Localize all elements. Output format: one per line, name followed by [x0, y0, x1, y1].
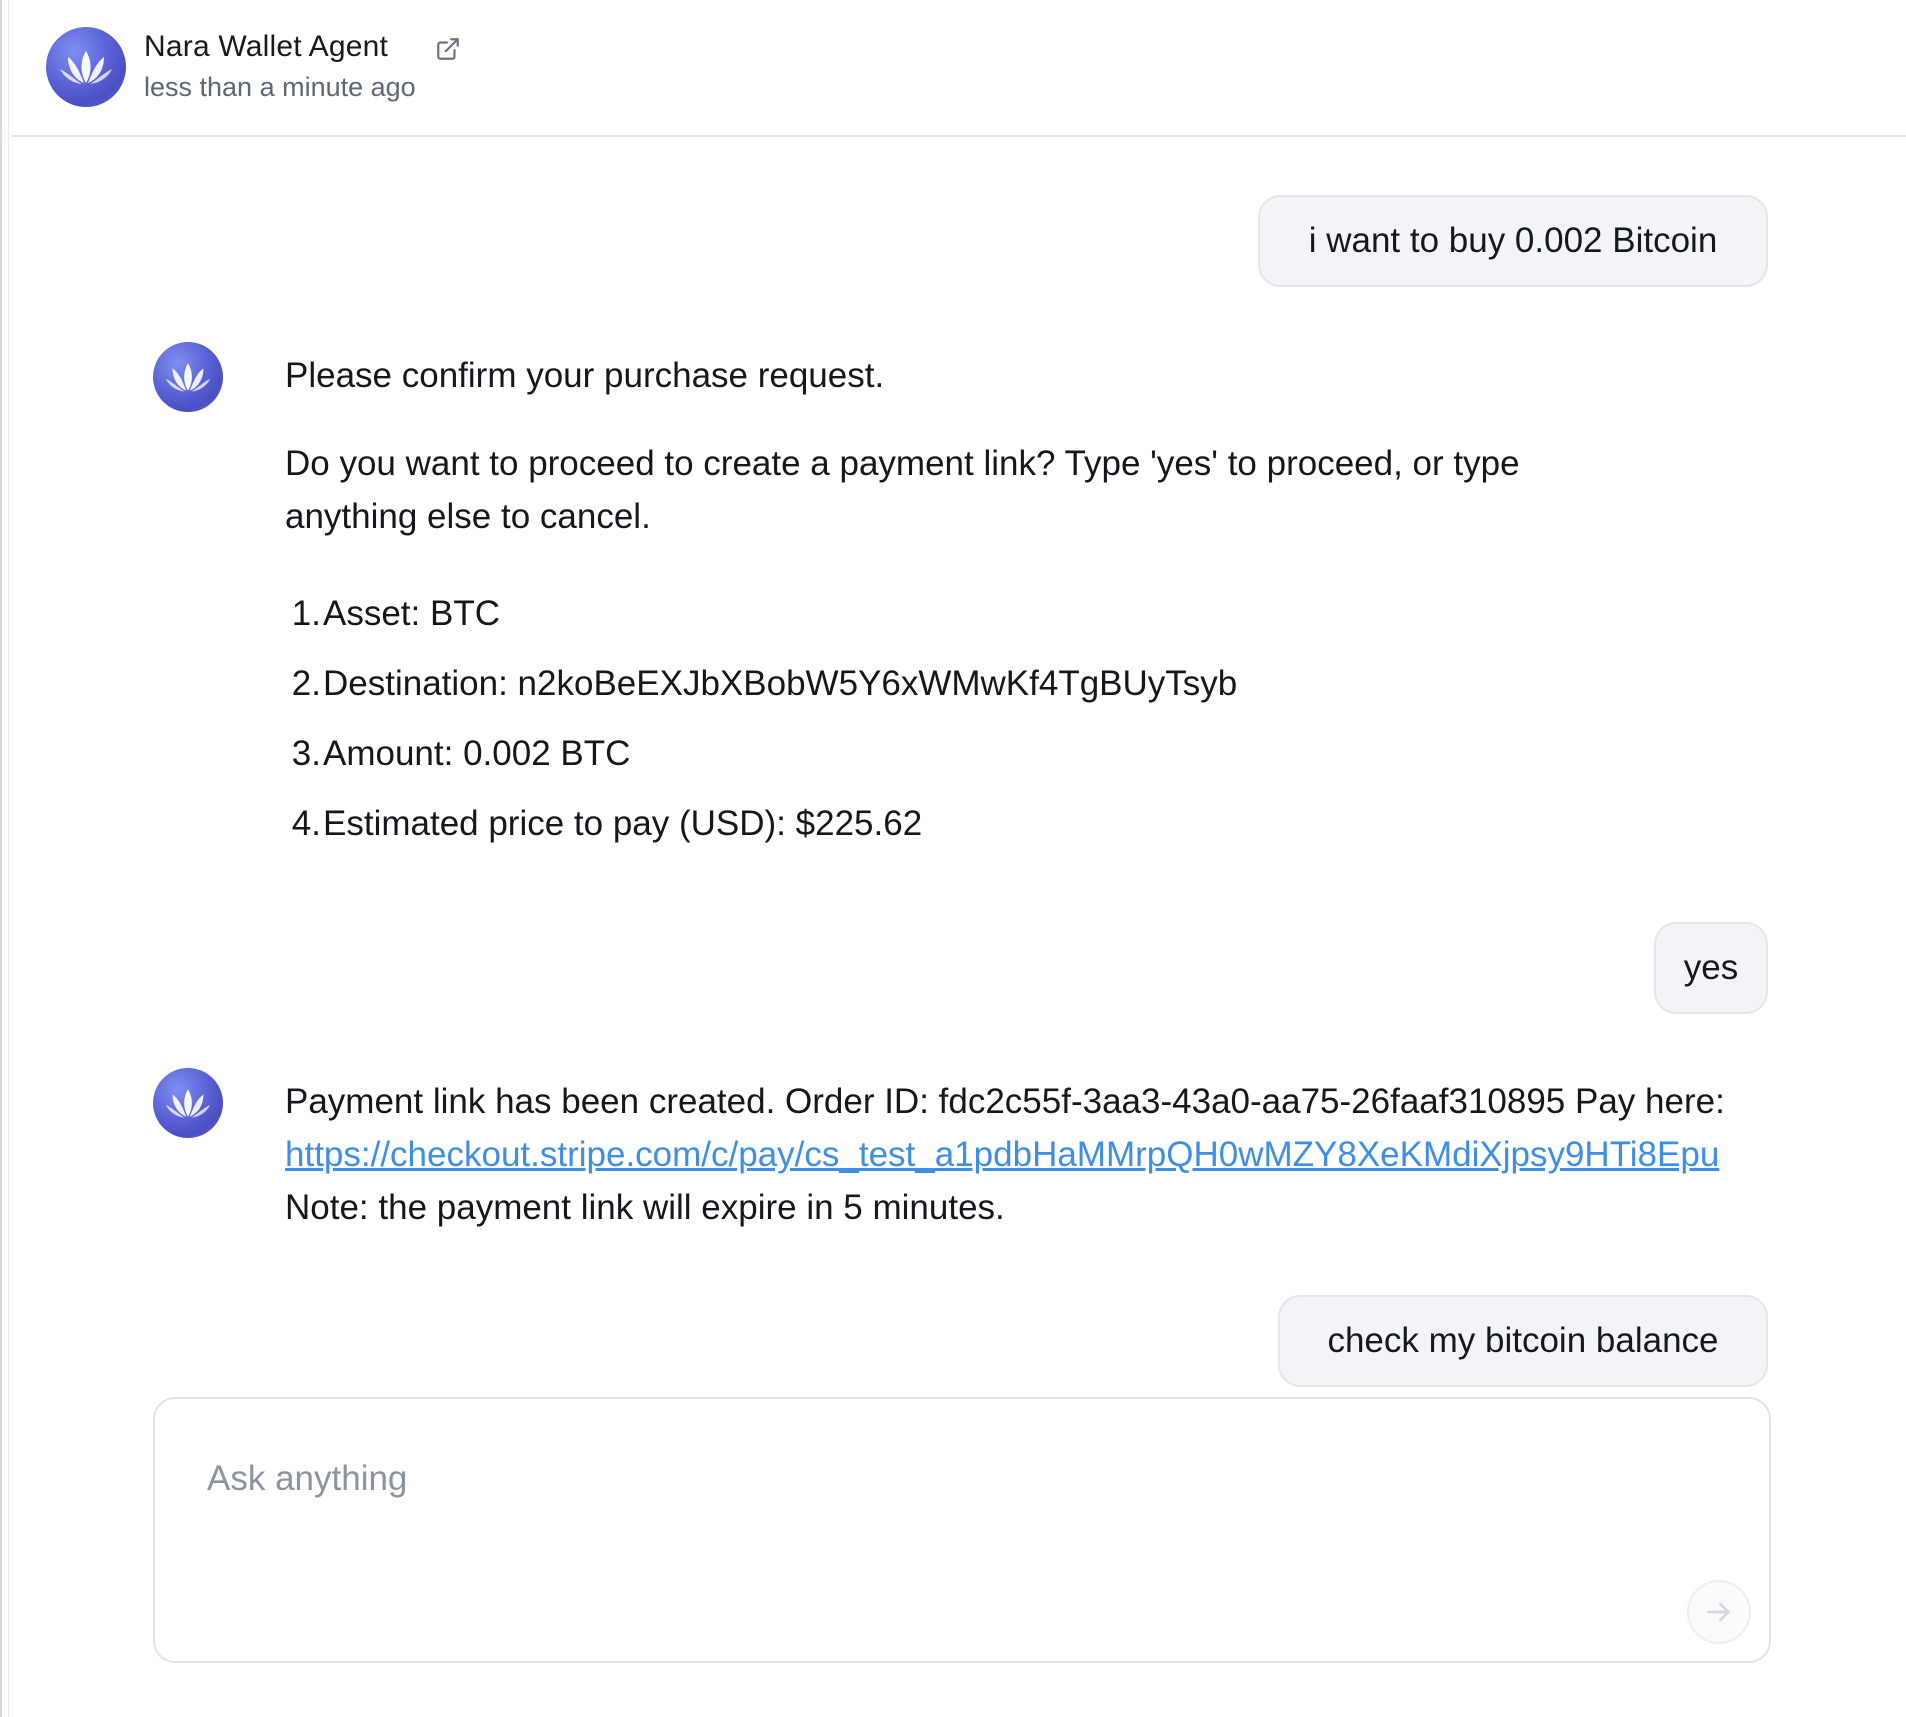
list-item-text: Estimated price to pay (USD): $225.62	[323, 804, 923, 843]
user-message-text: i want to buy 0.002 Bitcoin	[1308, 221, 1718, 260]
agent-message: Payment link has been created. Order ID:…	[285, 1075, 1880, 1234]
message-composer	[153, 1397, 1771, 1663]
list-number: 4.	[291, 804, 321, 843]
list-item: 4.Estimated price to pay (USD): $225.62	[292, 797, 1520, 850]
list-item: 2.Destination: n2koBeEXJbXBobW5Y6xWMwKf4…	[292, 657, 1520, 710]
agent-message-avatar	[153, 1068, 223, 1138]
agent-message-paragraph: anything else to cancel.	[285, 497, 651, 536]
arrow-right-icon	[1707, 1602, 1730, 1622]
chat-panel: Nara Wallet Agent less than a minute ago…	[0, 0, 1906, 1717]
list-item-text: Amount: 0.002 BTC	[323, 734, 631, 773]
user-message-text: yes	[1683, 948, 1739, 987]
user-message-text: check my bitcoin balance	[1327, 1321, 1719, 1360]
lotus-logo-icon	[165, 1089, 211, 1118]
agent-message: Please confirm your purchase request. Do…	[285, 349, 1520, 850]
agent-message-paragraph: Please confirm your purchase request.	[285, 356, 885, 395]
last-active-timestamp: less than a minute ago	[144, 72, 416, 102]
payment-link[interactable]: https://checkout.stripe.com/c/pay/cs_tes…	[285, 1135, 1719, 1174]
lotus-logo-icon	[165, 363, 211, 392]
list-number: 1.	[291, 594, 321, 633]
list-item: 1.Asset: BTC	[292, 587, 1520, 640]
chat-header: Nara Wallet Agent less than a minute ago	[11, 0, 1906, 137]
user-message: check my bitcoin balance	[1278, 1295, 1768, 1387]
agent-name: Nara Wallet Agent	[144, 30, 389, 63]
lotus-logo-icon	[60, 51, 112, 84]
external-link-icon[interactable]	[435, 36, 461, 62]
agent-message-line: Payment link has been created. Order ID:…	[285, 1082, 1725, 1121]
list-item: 3.Amount: 0.002 BTC	[292, 727, 1520, 780]
list-number: 2.	[291, 664, 321, 703]
agent-message-avatar	[153, 342, 223, 412]
purchase-details-list: 1.Asset: BTC 2.Destination: n2koBeEXJbXB…	[292, 587, 1520, 850]
user-message: yes	[1654, 922, 1768, 1014]
list-item-text: Asset: BTC	[323, 594, 500, 633]
agent-message-line: Note: the payment link will expire in 5 …	[285, 1188, 1005, 1227]
message-input[interactable]	[207, 1449, 1607, 1509]
agent-message-paragraph: Do you want to proceed to create a payme…	[285, 444, 1520, 483]
agent-avatar	[46, 27, 126, 107]
list-number: 3.	[291, 734, 321, 773]
user-message: i want to buy 0.002 Bitcoin	[1258, 195, 1768, 287]
list-item-text: Destination: n2koBeEXJbXBobW5Y6xWMwKf4Tg…	[323, 664, 1238, 703]
send-button[interactable]	[1687, 1580, 1751, 1644]
